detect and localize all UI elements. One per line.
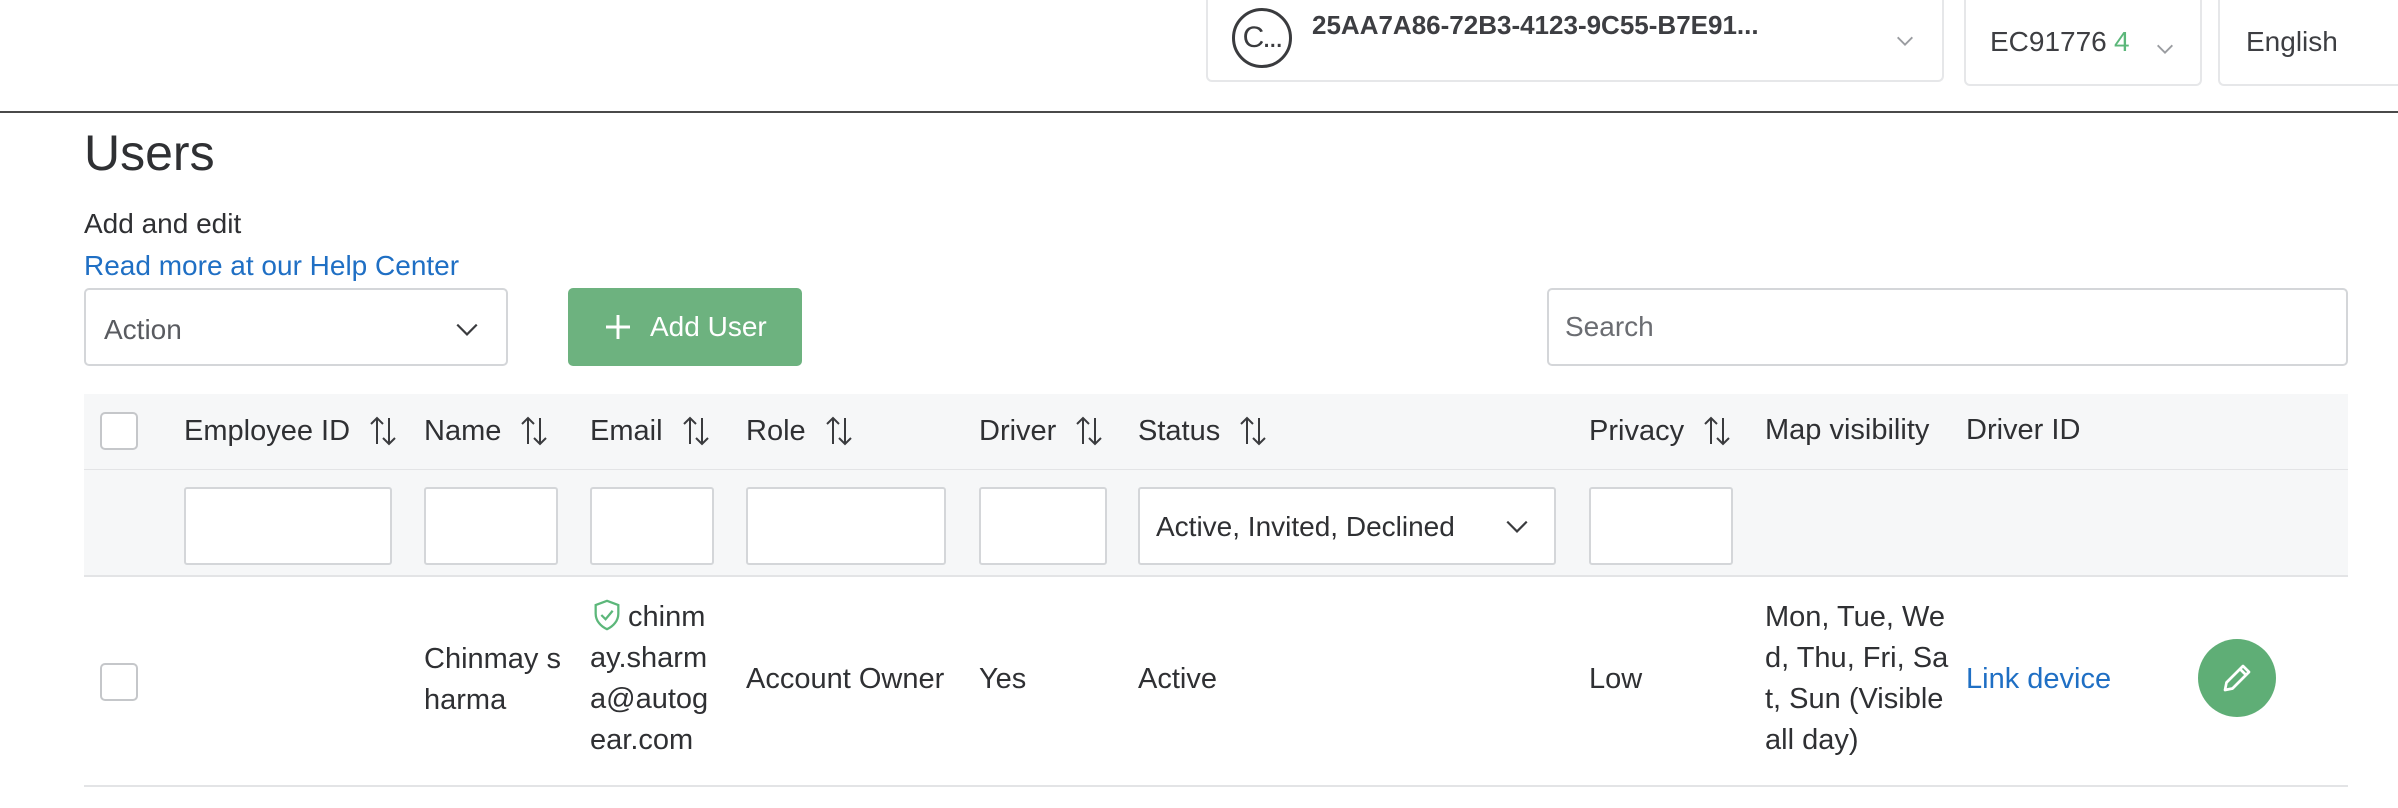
role-cell: Account Owner bbox=[746, 663, 945, 695]
table-filter-row: Active, Invited, Declined bbox=[84, 470, 2348, 577]
column-label: Status bbox=[1138, 414, 1221, 447]
sort-icon bbox=[825, 416, 852, 446]
chevron-down-icon bbox=[456, 323, 478, 336]
database-name: EC91776 bbox=[1990, 26, 2107, 57]
column-label: Map visibility bbox=[1765, 414, 1930, 446]
privacy-filter[interactable] bbox=[1589, 487, 1733, 565]
name-filter[interactable] bbox=[424, 487, 558, 565]
privacy-cell: Low bbox=[1589, 663, 1643, 695]
email-cell: chinmay.sharma@autogear.com bbox=[590, 597, 720, 761]
chevron-down-icon bbox=[1897, 36, 1913, 46]
action-dropdown[interactable]: Action bbox=[84, 288, 508, 366]
column-label: Privacy bbox=[1589, 414, 1685, 447]
status-cell: Active bbox=[1138, 663, 1217, 695]
status-filter-value: Active, Invited, Declined bbox=[1156, 511, 1455, 542]
sort-icon bbox=[682, 416, 709, 446]
column-label: Role bbox=[746, 414, 806, 447]
map-visibility-cell: Mon, Tue, Wed, Thu, Fri, Sat, Sun (Visib… bbox=[1765, 601, 1949, 756]
column-header-employee-id[interactable]: Employee ID bbox=[184, 414, 398, 448]
name-cell: Chinmay sharma bbox=[424, 643, 561, 716]
sort-icon bbox=[1076, 416, 1103, 446]
plus-icon bbox=[606, 315, 630, 339]
employee-id-filter[interactable] bbox=[184, 487, 392, 565]
status-filter-dropdown[interactable]: Active, Invited, Declined bbox=[1138, 487, 1556, 565]
pencil-icon bbox=[2223, 664, 2251, 692]
column-header-privacy[interactable]: Privacy bbox=[1589, 414, 1732, 448]
column-label: Name bbox=[424, 414, 502, 447]
sort-icon bbox=[1704, 416, 1730, 446]
table-row: Chinmay sharma chinmay.sharma@autogear.c… bbox=[84, 577, 2348, 787]
add-user-button[interactable]: Add User bbox=[568, 288, 802, 366]
column-header-driver-id: Driver ID bbox=[1966, 414, 2080, 447]
search-input[interactable] bbox=[1547, 288, 2348, 366]
add-user-label: Add User bbox=[650, 311, 767, 342]
driver-cell: Yes bbox=[979, 663, 1027, 695]
action-dropdown-label: Action bbox=[104, 314, 182, 345]
language-switcher[interactable]: English bbox=[2218, 0, 2398, 86]
column-label: Email bbox=[590, 414, 663, 447]
account-switcher[interactable]: C... 25AA7A86-72B3-4123-9C55-B7E91... bbox=[1206, 0, 1944, 82]
users-table: Employee ID Name Email Role Driver Statu… bbox=[84, 394, 2348, 794]
column-label: Driver ID bbox=[1966, 414, 2081, 446]
edit-user-button[interactable] bbox=[2198, 639, 2276, 717]
column-header-map-visibility: Map visibility bbox=[1765, 414, 1929, 447]
page-title: Users bbox=[84, 125, 215, 181]
column-header-role[interactable]: Role bbox=[746, 414, 854, 448]
select-all-checkbox[interactable] bbox=[100, 412, 138, 450]
page-subtitle: Add and edit bbox=[84, 208, 242, 239]
sort-icon bbox=[521, 416, 548, 446]
column-header-driver[interactable]: Driver bbox=[979, 414, 1104, 448]
database-switcher[interactable]: EC91776 4 bbox=[1964, 0, 2202, 86]
column-header-status[interactable]: Status bbox=[1138, 414, 1268, 448]
language-label: English bbox=[2246, 26, 2338, 57]
chevron-down-icon bbox=[1506, 520, 1528, 533]
role-filter[interactable] bbox=[746, 487, 946, 565]
shield-check-icon bbox=[594, 599, 620, 631]
link-device-link[interactable]: Link device bbox=[1966, 659, 2166, 700]
sort-icon bbox=[1240, 416, 1266, 446]
top-bar: C... 25AA7A86-72B3-4123-9C55-B7E91... EC… bbox=[0, 0, 2398, 113]
chevron-down-icon bbox=[2157, 44, 2173, 54]
account-id: 25AA7A86-72B3-4123-9C55-B7E91... bbox=[1312, 10, 1759, 40]
row-checkbox[interactable] bbox=[100, 663, 138, 701]
database-count-badge: 4 bbox=[2114, 26, 2130, 57]
account-avatar: C... bbox=[1232, 8, 1292, 68]
column-label: Driver bbox=[979, 414, 1057, 447]
column-label: Employee ID bbox=[184, 414, 351, 447]
driver-filter[interactable] bbox=[979, 487, 1107, 565]
sort-icon bbox=[370, 416, 396, 446]
table-header-row: Employee ID Name Email Role Driver Statu… bbox=[84, 394, 2348, 470]
email-filter[interactable] bbox=[590, 487, 714, 565]
column-header-name[interactable]: Name bbox=[424, 414, 549, 448]
column-header-email[interactable]: Email bbox=[590, 414, 711, 448]
help-center-link[interactable]: Read more at our Help Center bbox=[84, 250, 459, 282]
